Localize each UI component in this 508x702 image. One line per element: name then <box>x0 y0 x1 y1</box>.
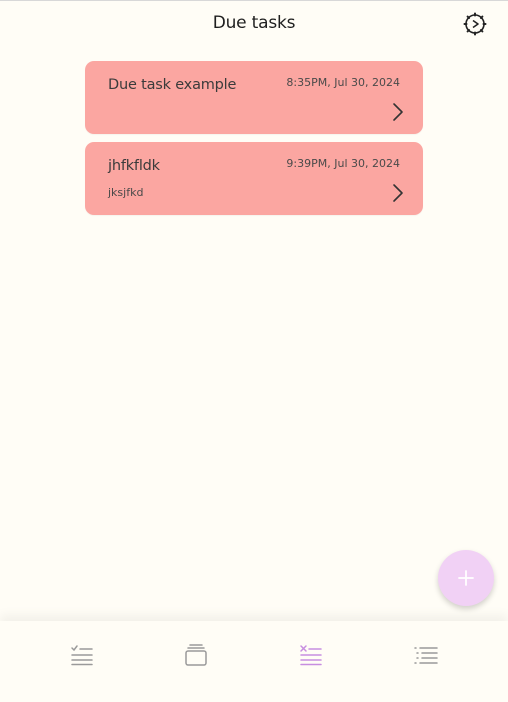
add-task-button[interactable] <box>438 550 494 606</box>
settings-button[interactable] <box>462 11 488 37</box>
task-title: Due task example <box>108 77 237 93</box>
chevron-right-icon[interactable] <box>391 182 405 204</box>
task-time: 9:39PM, Jul 30, 2024 <box>286 157 400 170</box>
task-description: jksjfkd <box>108 186 144 199</box>
list-icon <box>414 647 438 664</box>
task-list: Due task example 8:35PM, Jul 30, 2024 jh… <box>85 61 423 223</box>
nav-lists[interactable] <box>412 641 440 669</box>
checklist-icon <box>71 645 93 666</box>
gear-icon <box>463 12 487 36</box>
bottom-nav <box>0 621 508 702</box>
stack-icon <box>185 644 207 666</box>
task-card[interactable]: jhfkfldk 9:39PM, Jul 30, 2024 jksjfkd <box>85 142 423 215</box>
nav-tasks[interactable] <box>68 641 96 669</box>
task-title: jhfkfldk <box>108 158 160 174</box>
nav-due-tasks[interactable] <box>297 641 325 669</box>
page-title: Due tasks <box>212 13 296 33</box>
chevron-right-icon[interactable] <box>391 101 405 123</box>
app-header: Due tasks <box>0 1 508 45</box>
plus-icon <box>458 570 474 586</box>
due-list-icon <box>300 645 322 666</box>
nav-collections[interactable] <box>182 641 210 669</box>
task-card[interactable]: Due task example 8:35PM, Jul 30, 2024 <box>85 61 423 134</box>
task-time: 8:35PM, Jul 30, 2024 <box>286 76 400 89</box>
